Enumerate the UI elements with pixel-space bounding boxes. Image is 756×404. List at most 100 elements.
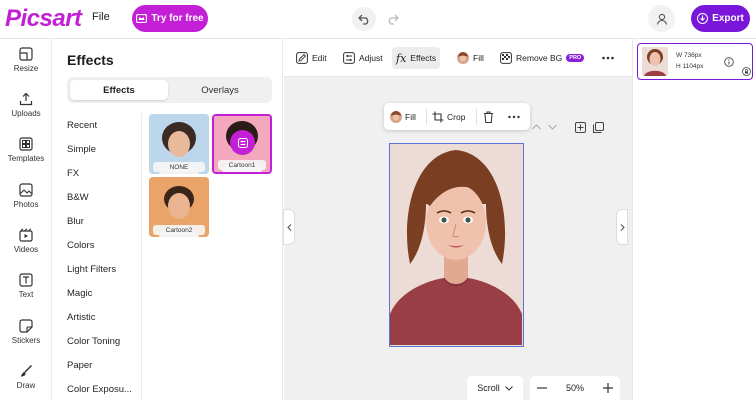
download-icon <box>697 13 709 24</box>
category-magic[interactable]: Magic <box>67 288 92 299</box>
tab-effects[interactable]: Effects <box>70 80 168 100</box>
zoom-value[interactable]: 50% <box>560 383 590 393</box>
sidebar-item-photos[interactable]: Photos <box>0 183 52 223</box>
tool-fill[interactable]: Fill <box>453 47 488 69</box>
minus-icon <box>537 387 547 389</box>
edit-icon <box>296 52 308 64</box>
templates-icon <box>19 137 33 151</box>
context-crop-button[interactable]: Crop <box>432 108 465 125</box>
thumb-label: NONE <box>153 162 205 172</box>
undo-button[interactable] <box>352 7 376 31</box>
layer-thumbnail <box>642 47 668 76</box>
top-bar: Picsart File Try for free Export <box>0 0 756 39</box>
thumb-label: Cartoon1 <box>218 160 266 170</box>
sidebar-item-text[interactable]: Text <box>0 273 52 313</box>
move-up-button[interactable] <box>530 121 542 133</box>
add-layer-button[interactable] <box>574 121 586 133</box>
zoom-out-button[interactable] <box>534 380 550 396</box>
more-icon <box>602 56 614 60</box>
text-icon <box>19 273 33 287</box>
edit-toolbar: Edit Adjust fx Effects Fill Remove BG PR… <box>284 39 632 77</box>
remove-bg-icon <box>500 52 512 64</box>
layer-width: W 736px <box>676 52 702 59</box>
effect-category-list: Recent Simple FX B&W Blur Colors Light F… <box>56 113 142 400</box>
sidebar-item-templates[interactable]: Templates <box>0 137 52 177</box>
effect-thumb-cartoon2[interactable]: Cartoon2 <box>149 177 209 237</box>
sticker-icon <box>19 319 33 333</box>
brush-icon <box>19 364 33 378</box>
upload-icon <box>19 92 33 106</box>
panel-title: Effects <box>67 52 114 68</box>
category-fx[interactable]: FX <box>67 168 79 179</box>
file-menu[interactable]: File <box>92 11 110 23</box>
category-colors[interactable]: Colors <box>67 240 94 251</box>
crop-icon <box>432 111 444 123</box>
sidebar-item-label: Stickers <box>11 336 41 345</box>
effect-applied-icon <box>237 137 248 148</box>
category-paper[interactable]: Paper <box>67 360 92 371</box>
layer-item[interactable]: W 736px H 1104px <box>637 43 753 80</box>
fill-avatar-icon <box>457 52 469 64</box>
scroll-mode-label: Scroll <box>477 383 500 393</box>
redo-button[interactable] <box>380 7 404 31</box>
video-icon <box>19 228 33 242</box>
effect-thumb-cartoon1[interactable]: Cartoon1 <box>212 114 272 174</box>
effect-thumb-none[interactable]: NONE <box>149 114 209 174</box>
sidebar-item-label: Uploads <box>11 109 41 118</box>
sidebar-item-stickers[interactable]: Stickers <box>0 319 52 359</box>
category-simple[interactable]: Simple <box>67 144 96 155</box>
category-color-toning[interactable]: Color Toning <box>67 336 120 347</box>
sidebar-item-draw[interactable]: Draw <box>0 364 52 404</box>
chevron-left-icon <box>286 223 292 231</box>
try-for-free-label: Try for free <box>151 13 204 24</box>
chevron-down-icon <box>504 385 513 391</box>
crown-icon <box>136 14 148 23</box>
panel-tab-switch: Effects Overlays <box>67 77 272 103</box>
sidebar-item-label: Videos <box>13 245 39 254</box>
collapse-panel-left[interactable] <box>283 209 295 245</box>
category-light-filters[interactable]: Light Filters <box>67 264 116 275</box>
tool-edit[interactable]: Edit <box>292 47 331 69</box>
add-box-icon <box>574 121 586 133</box>
tool-rail: Resize Uploads Templates Photos Videos T… <box>0 39 52 400</box>
account-button[interactable] <box>648 5 675 32</box>
move-down-button[interactable] <box>546 121 558 133</box>
category-blur[interactable]: Blur <box>67 216 84 227</box>
lock-icon[interactable] <box>742 67 751 76</box>
sidebar-item-label: Text <box>18 290 34 299</box>
category-color-exposure[interactable]: Color Exposu... <box>67 384 132 395</box>
plus-icon <box>603 383 613 393</box>
category-bw[interactable]: B&W <box>67 192 89 203</box>
context-delete-button[interactable] <box>483 108 494 125</box>
zoom-in-button[interactable] <box>600 380 616 396</box>
context-fill-button[interactable]: Fill <box>390 108 416 125</box>
try-for-free-button[interactable]: Try for free <box>132 5 208 32</box>
tool-remove-bg[interactable]: Remove BG PRO <box>496 47 588 69</box>
tool-label: Remove BG <box>516 53 563 63</box>
trash-icon <box>483 111 494 123</box>
toolbar-more-button[interactable] <box>598 47 618 69</box>
category-recent[interactable]: Recent <box>67 120 97 131</box>
context-more-button[interactable] <box>508 108 520 125</box>
export-button[interactable]: Export <box>691 5 750 32</box>
context-fill-label: Fill <box>405 111 416 122</box>
adjust-icon <box>343 52 355 64</box>
picsart-logo[interactable]: Picsart <box>5 5 82 33</box>
divider <box>426 108 427 125</box>
collapse-panel-right[interactable] <box>616 209 628 245</box>
tab-overlays[interactable]: Overlays <box>171 80 269 100</box>
zoom-control: 50% <box>530 376 620 400</box>
tool-effects[interactable]: fx Effects <box>392 47 441 69</box>
layer-height: H 1104px <box>676 63 704 70</box>
info-icon[interactable] <box>724 57 734 67</box>
user-icon <box>656 13 668 25</box>
category-artistic[interactable]: Artistic <box>67 312 96 323</box>
tool-label: Fill <box>473 53 484 63</box>
sidebar-item-videos[interactable]: Videos <box>0 228 52 268</box>
sidebar-item-uploads[interactable]: Uploads <box>0 92 52 132</box>
canvas-image[interactable] <box>389 143 524 347</box>
duplicate-button[interactable] <box>592 121 604 133</box>
sidebar-item-resize[interactable]: Resize <box>0 47 52 87</box>
tool-adjust[interactable]: Adjust <box>339 47 387 69</box>
scroll-mode-select[interactable]: Scroll <box>467 376 523 400</box>
